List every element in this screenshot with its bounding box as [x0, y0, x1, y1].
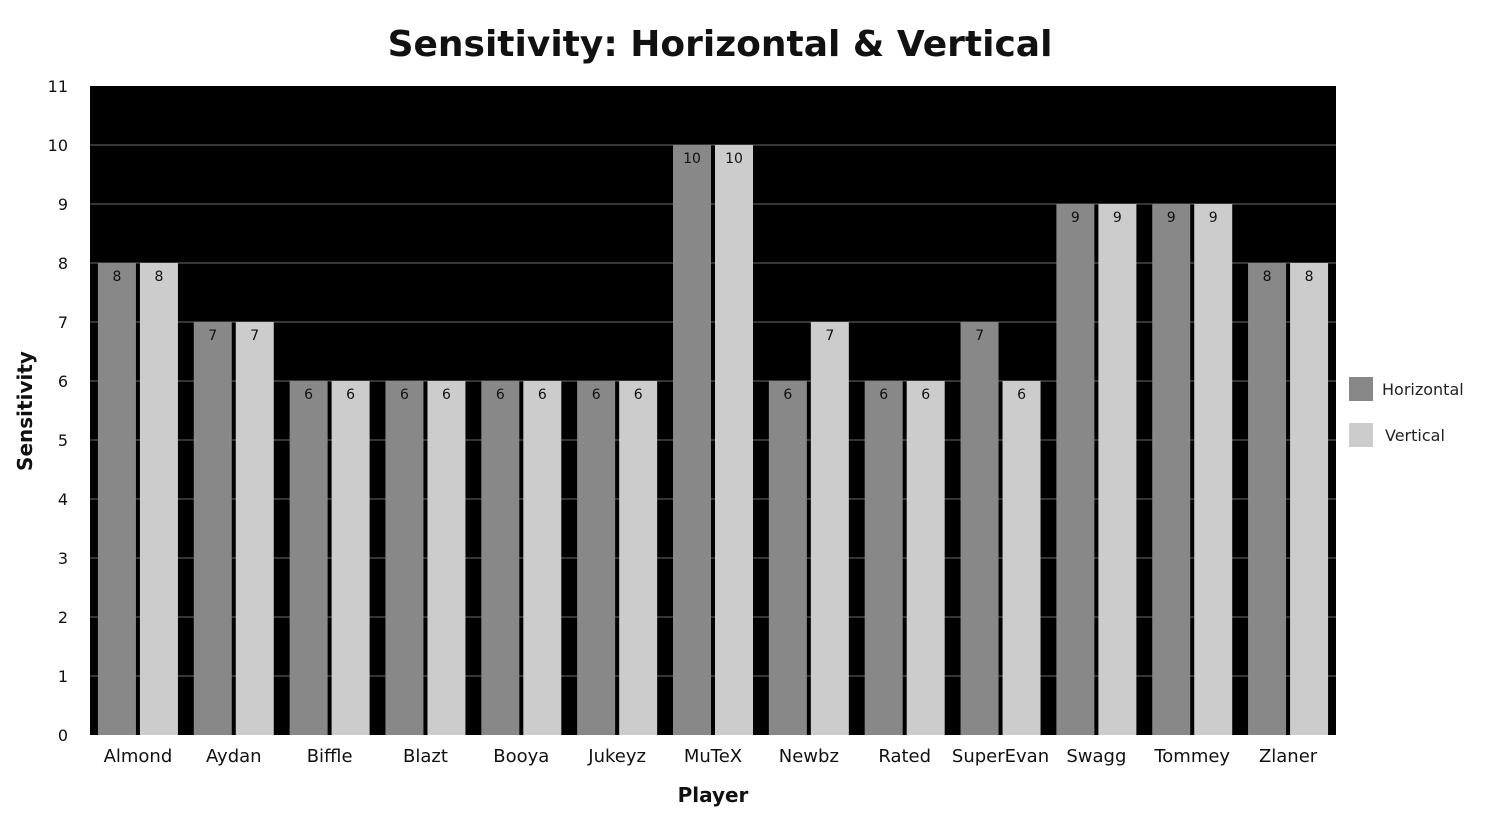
data-label: 6 — [304, 387, 313, 403]
x-tick-label: Booya — [493, 746, 549, 767]
x-tick-label: MuTeX — [684, 746, 742, 767]
bar-horizontal-superevan — [960, 322, 999, 735]
y-tick-label: 4 — [58, 490, 68, 509]
bar-horizontal-newbz — [768, 381, 807, 735]
bar-horizontal-almond — [97, 263, 136, 735]
data-label: 8 — [1305, 269, 1314, 285]
bar-horizontal-booya — [481, 381, 520, 735]
legend-label-horizontal: Horizontal — [1382, 380, 1464, 399]
bar-vertical-zlaner — [1290, 263, 1329, 735]
data-label: 6 — [634, 387, 643, 403]
x-tick-label: Newbz — [779, 746, 839, 767]
data-label: 9 — [1071, 210, 1080, 226]
y-axis-ticks: 0 1 2 3 4 5 6 7 8 9 10 11 — [48, 77, 68, 745]
data-label: 6 — [1017, 387, 1026, 403]
data-label: 10 — [683, 151, 701, 167]
bar-horizontal-swagg — [1056, 204, 1095, 735]
x-axis-ticks: Almond Aydan Biffle Blazt Booya Jukeyz MuTeX Ne… — [104, 746, 1318, 767]
x-tick-label: Almond — [104, 746, 173, 767]
y-tick-label: 11 — [48, 77, 68, 96]
data-label: 8 — [154, 269, 163, 285]
y-tick-label: 9 — [58, 195, 68, 214]
bar-horizontal-biffle — [289, 381, 328, 735]
y-tick-label: 3 — [58, 549, 68, 568]
bar-vertical-tommey — [1194, 204, 1233, 735]
x-tick-label: Blazt — [403, 746, 448, 767]
legend-swatch-vertical — [1349, 423, 1373, 447]
data-label: 6 — [538, 387, 547, 403]
data-label: 10 — [725, 151, 743, 167]
bar-vertical-aydan — [235, 322, 274, 735]
data-label: 7 — [825, 328, 834, 344]
y-tick-label: 10 — [48, 136, 68, 155]
data-label: 6 — [442, 387, 451, 403]
x-tick-label: SuperEvan — [952, 746, 1049, 767]
bar-vertical-superevan — [1002, 381, 1041, 735]
data-label: 6 — [783, 387, 792, 403]
data-label: 6 — [592, 387, 601, 403]
y-tick-label: 5 — [58, 431, 68, 450]
y-axis-title: Sensitivity — [13, 351, 37, 471]
data-label: 9 — [1209, 210, 1218, 226]
data-label: 6 — [346, 387, 355, 403]
x-tick-label: Rated — [878, 746, 931, 767]
y-tick-label: 2 — [58, 608, 68, 627]
bar-vertical-swagg — [1098, 204, 1137, 735]
y-tick-label: 7 — [58, 313, 68, 332]
data-label: 9 — [1113, 210, 1122, 226]
bar-vertical-biffle — [331, 381, 370, 735]
y-tick-label: 6 — [58, 372, 68, 391]
bar-vertical-almond — [139, 263, 178, 735]
data-label: 7 — [975, 328, 984, 344]
legend: Horizontal Vertical — [1349, 377, 1464, 447]
bar-vertical-jukeyz — [619, 381, 658, 735]
bar-horizontal-aydan — [193, 322, 232, 735]
y-tick-label: 0 — [58, 726, 68, 745]
x-tick-label: Tommey — [1153, 746, 1230, 767]
data-label: 9 — [1167, 210, 1176, 226]
legend-label-vertical: Vertical — [1385, 426, 1445, 445]
x-axis-title: Player — [678, 783, 749, 807]
data-label: 6 — [496, 387, 505, 403]
bar-vertical-rated — [906, 381, 945, 735]
data-label: 7 — [250, 328, 259, 344]
bar-horizontal-tommey — [1152, 204, 1191, 735]
bar-chart: Sensitivity: Horizontal & Vertical 0 1 2 3 4… — [13, 24, 1464, 807]
data-label: 8 — [1263, 269, 1272, 285]
legend-swatch-horizontal — [1349, 377, 1373, 401]
data-label: 6 — [879, 387, 888, 403]
x-tick-label: Jukeyz — [587, 746, 646, 767]
bar-vertical-newbz — [810, 322, 849, 735]
bar-vertical-booya — [523, 381, 562, 735]
x-tick-label: Biffle — [307, 746, 353, 767]
plot-background — [90, 86, 1336, 735]
bar-vertical-blazt — [427, 381, 466, 735]
y-tick-label: 8 — [58, 254, 68, 273]
data-label: 6 — [400, 387, 409, 403]
data-label: 6 — [921, 387, 930, 403]
bar-horizontal-zlaner — [1248, 263, 1287, 735]
data-label: 7 — [208, 328, 217, 344]
bar-horizontal-rated — [864, 381, 903, 735]
y-tick-label: 1 — [58, 667, 68, 686]
bar-horizontal-mutex — [673, 145, 711, 735]
bar-vertical-mutex — [715, 145, 753, 735]
bar-horizontal-jukeyz — [577, 381, 616, 735]
x-tick-label: Swagg — [1066, 746, 1126, 767]
x-tick-label: Zlaner — [1259, 746, 1318, 767]
x-tick-label: Aydan — [206, 746, 262, 767]
chart-title: Sensitivity: Horizontal & Vertical — [388, 24, 1053, 65]
data-label: 8 — [112, 269, 121, 285]
bar-horizontal-blazt — [385, 381, 424, 735]
